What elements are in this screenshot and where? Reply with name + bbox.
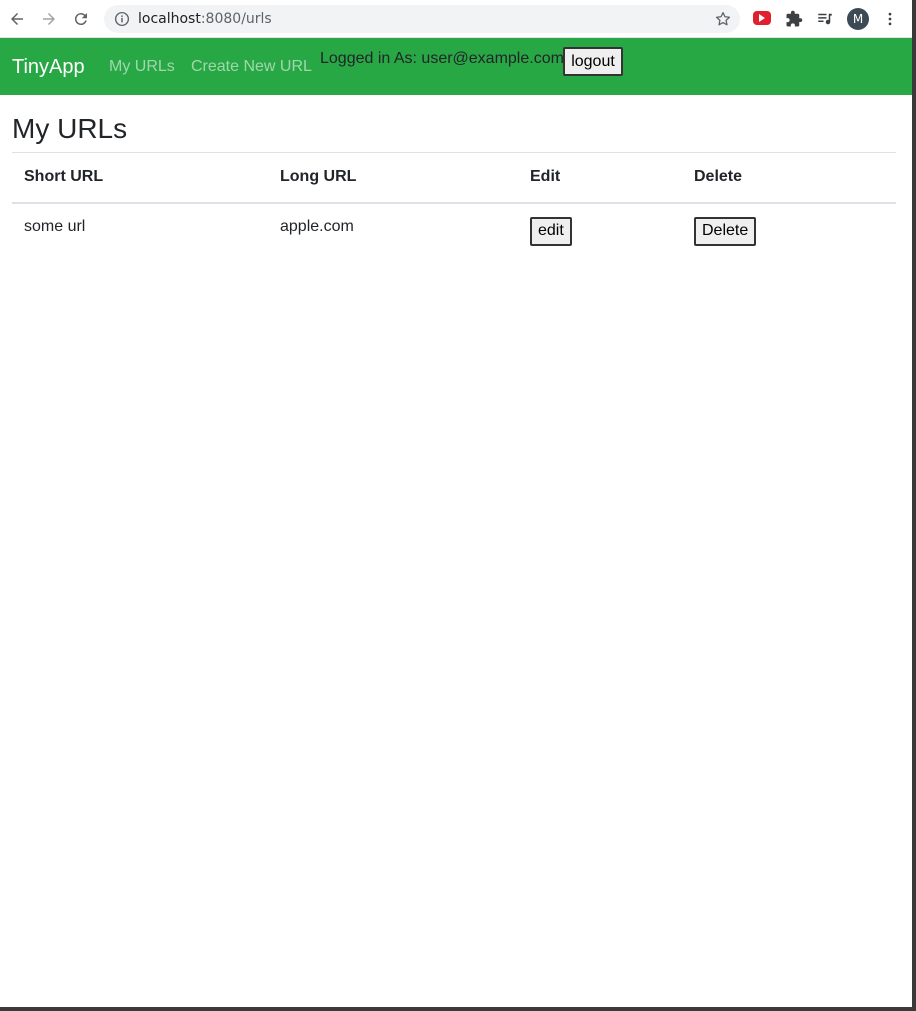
reload-icon: [74, 13, 87, 26]
short-url-cell: some url: [24, 217, 86, 235]
kebab-menu-icon: [888, 12, 892, 26]
table-row: some url apple.com edit Delete: [12, 203, 896, 255]
browser-window: localhost:8080/urls M TinyApp My URLs Cr…: [0, 0, 912, 1007]
extensions-button[interactable]: [781, 6, 807, 32]
logout-button[interactable]: logout: [563, 47, 623, 76]
url-path: :8080/urls: [200, 11, 272, 27]
puzzle-icon: [786, 10, 803, 27]
address-bar[interactable]: localhost:8080/urls: [104, 5, 740, 33]
navbar: TinyApp My URLs Create New URL Logged in…: [0, 38, 912, 95]
youtube-extension-icon[interactable]: [753, 11, 771, 25]
arrow-left-icon: [11, 13, 23, 25]
edit-button[interactable]: edit: [530, 216, 572, 246]
column-header-long-url: Long URL: [268, 152, 518, 204]
logged-in-text: Logged in As: user@example.com: [320, 50, 564, 67]
forward-button[interactable]: [36, 6, 62, 32]
media-control-button[interactable]: [812, 6, 838, 32]
table-header-row: Short URL Long URL Edit Delete: [12, 152, 896, 204]
browser-toolbar: localhost:8080/urls M: [0, 0, 912, 38]
column-header-delete: Delete: [682, 152, 896, 204]
browser-menu-button[interactable]: [877, 6, 903, 32]
delete-cell: Delete: [682, 203, 896, 255]
brand-link[interactable]: TinyApp: [12, 56, 85, 79]
back-button[interactable]: [4, 6, 30, 32]
info-icon[interactable]: [113, 10, 131, 28]
playlist-music-icon: [818, 13, 832, 25]
profile-avatar[interactable]: M: [847, 8, 869, 30]
delete-button[interactable]: Delete: [694, 216, 757, 246]
reload-button[interactable]: [68, 6, 94, 32]
url-text[interactable]: localhost:8080/urls: [138, 11, 272, 27]
nav-link-my-urls[interactable]: My URLs: [109, 58, 175, 76]
page-title: My URLs: [12, 113, 128, 144]
column-header-edit: Edit: [518, 152, 682, 204]
bookmark-star-icon[interactable]: [714, 10, 732, 28]
nav-link-create-new-url[interactable]: Create New URL: [191, 58, 312, 76]
url-host: localhost: [138, 11, 201, 27]
long-url-cell: apple.com: [280, 217, 354, 235]
urls-table: Short URL Long URL Edit Delete some url …: [12, 152, 896, 255]
edit-cell: edit: [518, 203, 682, 255]
arrow-right-icon: [43, 13, 55, 25]
column-header-short-url: Short URL: [12, 152, 268, 204]
